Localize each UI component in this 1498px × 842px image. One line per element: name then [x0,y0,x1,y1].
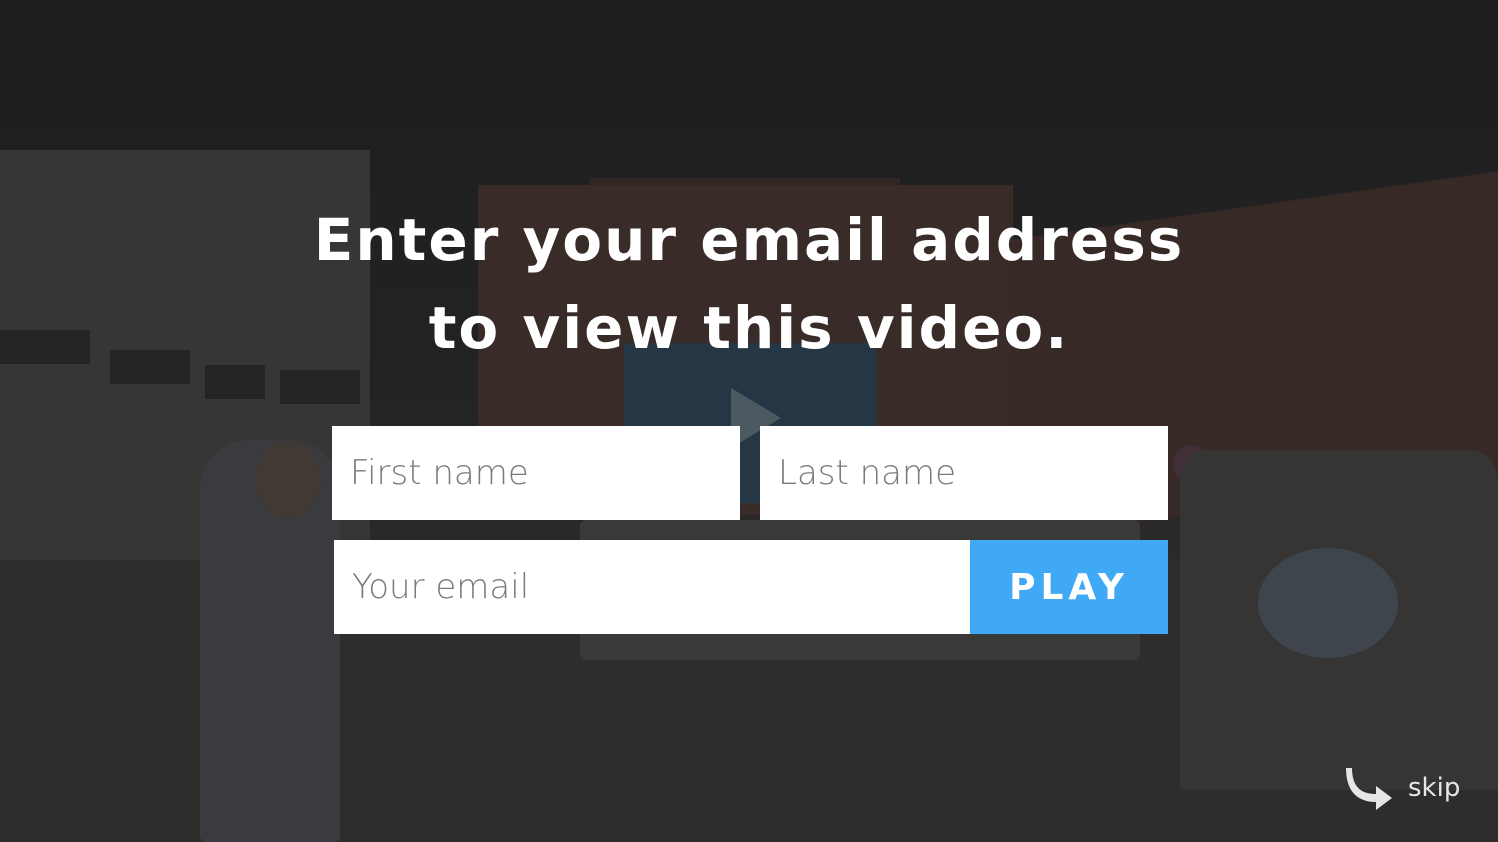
skip-arrow-icon [1346,768,1392,810]
first-name-input[interactable] [332,426,740,520]
headline-line-1: Enter your email address [313,206,1185,274]
dim-overlay [0,0,1498,842]
skip-label: skip [1408,773,1461,803]
last-name-input[interactable] [760,426,1168,520]
play-button[interactable]: PLAY [970,540,1168,634]
video-player: Enter your email address to view this vi… [0,0,1498,842]
email-input[interactable] [334,540,970,634]
gate-headline: Enter your email address to view this vi… [249,196,1249,372]
skip-button[interactable]: skip [1346,764,1460,812]
headline-line-2: to view this video. [428,294,1070,362]
